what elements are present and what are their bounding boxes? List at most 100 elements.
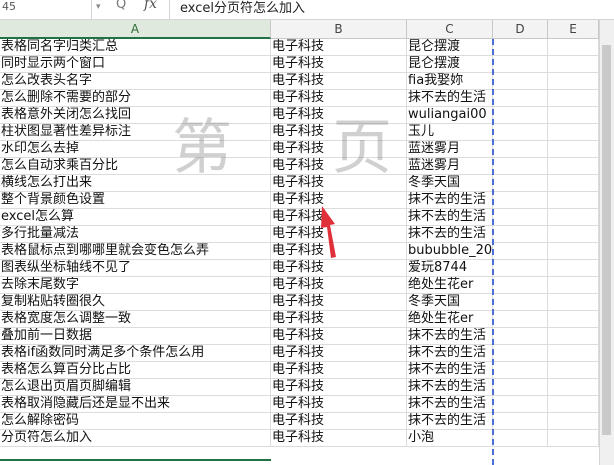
cell-empty[interactable] bbox=[548, 362, 599, 378]
cell-empty[interactable] bbox=[548, 345, 599, 361]
cell-a[interactable]: 复制粘贴转圈很久 bbox=[0, 294, 271, 310]
chevron-down-icon[interactable]: ▾ bbox=[96, 0, 101, 14]
cell-b[interactable]: 电子科技 bbox=[271, 90, 407, 106]
cell-a[interactable]: 表格鼠标点到哪哪里就会变色怎么弄 bbox=[0, 243, 271, 259]
cell-a[interactable]: 去除末尾数字 bbox=[0, 277, 271, 293]
cell-c[interactable]: 蓝迷雾月 bbox=[407, 158, 493, 174]
cell-c[interactable]: 抹不去的生活 bbox=[407, 209, 493, 225]
cell-c[interactable]: 冬季天国 bbox=[407, 175, 493, 191]
cell-c[interactable]: 蓝迷雾月 bbox=[407, 141, 493, 157]
cell-b[interactable]: 电子科技 bbox=[271, 430, 407, 446]
cell-b[interactable]: 电子科技 bbox=[271, 124, 407, 140]
cell-a[interactable]: 表格同名字归类汇总 bbox=[0, 39, 271, 55]
cell-empty[interactable] bbox=[493, 39, 548, 55]
cell-empty[interactable] bbox=[548, 226, 599, 242]
cell-b[interactable]: 电子科技 bbox=[271, 311, 407, 327]
cell-c[interactable]: fia我娶妳 bbox=[407, 73, 493, 89]
cell-empty[interactable] bbox=[493, 175, 548, 191]
cell-empty[interactable] bbox=[548, 311, 599, 327]
cell-b[interactable]: 电子科技 bbox=[271, 396, 407, 412]
cell-empty[interactable] bbox=[493, 311, 548, 327]
cell-a[interactable]: 多行批量减法 bbox=[0, 226, 271, 242]
cell-empty[interactable] bbox=[548, 107, 599, 123]
cell-empty[interactable] bbox=[548, 379, 599, 395]
cell-empty[interactable] bbox=[548, 328, 599, 344]
cell-empty[interactable] bbox=[493, 294, 548, 310]
cell-empty[interactable] bbox=[493, 124, 548, 140]
cell-b[interactable]: 电子科技 bbox=[271, 73, 407, 89]
cell-empty[interactable] bbox=[493, 209, 548, 225]
cell-a[interactable]: 图表纵坐标轴线不见了 bbox=[0, 260, 271, 276]
cell-a[interactable]: 柱状图显著性差异标注 bbox=[0, 124, 271, 140]
cell-b[interactable]: 电子科技 bbox=[271, 362, 407, 378]
cell-empty[interactable] bbox=[493, 243, 548, 259]
column-header-c[interactable]: C bbox=[407, 20, 493, 39]
cell-c[interactable]: 抹不去的生活 bbox=[407, 396, 493, 412]
cell-b[interactable]: 电子科技 bbox=[271, 379, 407, 395]
cell-b[interactable]: 电子科技 bbox=[271, 141, 407, 157]
cell-a[interactable]: 怎么自动求乘百分比 bbox=[0, 158, 271, 174]
cell-a[interactable]: 整个背景颜色设置 bbox=[0, 192, 271, 208]
cell-empty[interactable] bbox=[493, 379, 548, 395]
cell-c[interactable]: 昆仑摆渡 bbox=[407, 39, 493, 55]
cell-empty[interactable] bbox=[548, 73, 599, 89]
cell-empty[interactable] bbox=[548, 158, 599, 174]
cell-b[interactable]: 电子科技 bbox=[271, 192, 407, 208]
cell-b[interactable]: 电子科技 bbox=[271, 226, 407, 242]
cell-b[interactable]: 电子科技 bbox=[271, 345, 407, 361]
cell-a[interactable]: 水印怎么去掉 bbox=[0, 141, 271, 157]
cell-empty[interactable] bbox=[548, 124, 599, 140]
cell-c[interactable]: 玉儿 bbox=[407, 124, 493, 140]
scrollbar-thumb[interactable] bbox=[602, 45, 611, 435]
cell-empty[interactable] bbox=[493, 362, 548, 378]
cell-c[interactable]: bububble_20 bbox=[407, 243, 493, 259]
cell-empty[interactable] bbox=[493, 226, 548, 242]
cell-b[interactable]: 电子科技 bbox=[271, 175, 407, 191]
cell-b[interactable]: 电子科技 bbox=[271, 209, 407, 225]
cell-empty[interactable] bbox=[548, 209, 599, 225]
cell-a[interactable]: 表格宽度怎么调整一致 bbox=[0, 311, 271, 327]
cell-c[interactable]: 抹不去的生活 bbox=[407, 192, 493, 208]
cell-a[interactable]: 叠加前一日数据 bbox=[0, 328, 271, 344]
cell-c[interactable]: wuliangai00 bbox=[407, 107, 493, 123]
cell-empty[interactable] bbox=[493, 413, 548, 429]
cell-empty[interactable] bbox=[548, 413, 599, 429]
cell-c[interactable]: 抹不去的生活 bbox=[407, 379, 493, 395]
cell-empty[interactable] bbox=[493, 430, 548, 446]
cell-c[interactable]: 昆仑摆渡 bbox=[407, 56, 493, 72]
cell-b[interactable]: 电子科技 bbox=[271, 56, 407, 72]
cell-empty[interactable] bbox=[493, 158, 548, 174]
cell-a[interactable]: 表格怎么算百分比占比 bbox=[0, 362, 271, 378]
cell-a[interactable]: 怎么改表头名字 bbox=[0, 73, 271, 89]
cell-c[interactable]: 抹不去的生活 bbox=[407, 90, 493, 106]
vertical-scrollbar[interactable] bbox=[599, 20, 614, 465]
cell-empty[interactable] bbox=[493, 73, 548, 89]
cell-c[interactable]: 爱玩8744 bbox=[407, 260, 493, 276]
cell-b[interactable]: 电子科技 bbox=[271, 277, 407, 293]
cell-b[interactable]: 电子科技 bbox=[271, 107, 407, 123]
cell-empty[interactable] bbox=[493, 396, 548, 412]
cell-empty[interactable] bbox=[548, 430, 599, 446]
cell-empty[interactable] bbox=[493, 141, 548, 157]
cell-empty[interactable] bbox=[548, 277, 599, 293]
cell-c[interactable]: 抹不去的生活 bbox=[407, 328, 493, 344]
cell-b[interactable]: 电子科技 bbox=[271, 328, 407, 344]
insert-function-icon[interactable]: fx bbox=[144, 0, 157, 12]
cell-a[interactable]: 表格if函数同时满足多个条件怎么用 bbox=[0, 345, 271, 361]
cell-empty[interactable] bbox=[493, 192, 548, 208]
cell-empty[interactable] bbox=[548, 192, 599, 208]
cell-c[interactable]: 绝处生花er bbox=[407, 311, 493, 327]
cell-a[interactable]: 怎么退出页眉页脚编辑 bbox=[0, 379, 271, 395]
cell-empty[interactable] bbox=[548, 396, 599, 412]
cell-a[interactable]: 怎么解除密码 bbox=[0, 413, 271, 429]
cell-a[interactable]: 横线怎么打出来 bbox=[0, 175, 271, 191]
cell-empty[interactable] bbox=[493, 56, 548, 72]
cell-empty[interactable] bbox=[493, 345, 548, 361]
cell-c[interactable]: 绝处生花er bbox=[407, 277, 493, 293]
column-header-a[interactable]: A bbox=[0, 20, 271, 39]
cell-empty[interactable] bbox=[548, 56, 599, 72]
column-header-e[interactable]: E bbox=[548, 20, 599, 39]
cell-c[interactable]: 抹不去的生活 bbox=[407, 413, 493, 429]
cell-empty[interactable] bbox=[548, 294, 599, 310]
page-break-line[interactable] bbox=[492, 39, 494, 465]
